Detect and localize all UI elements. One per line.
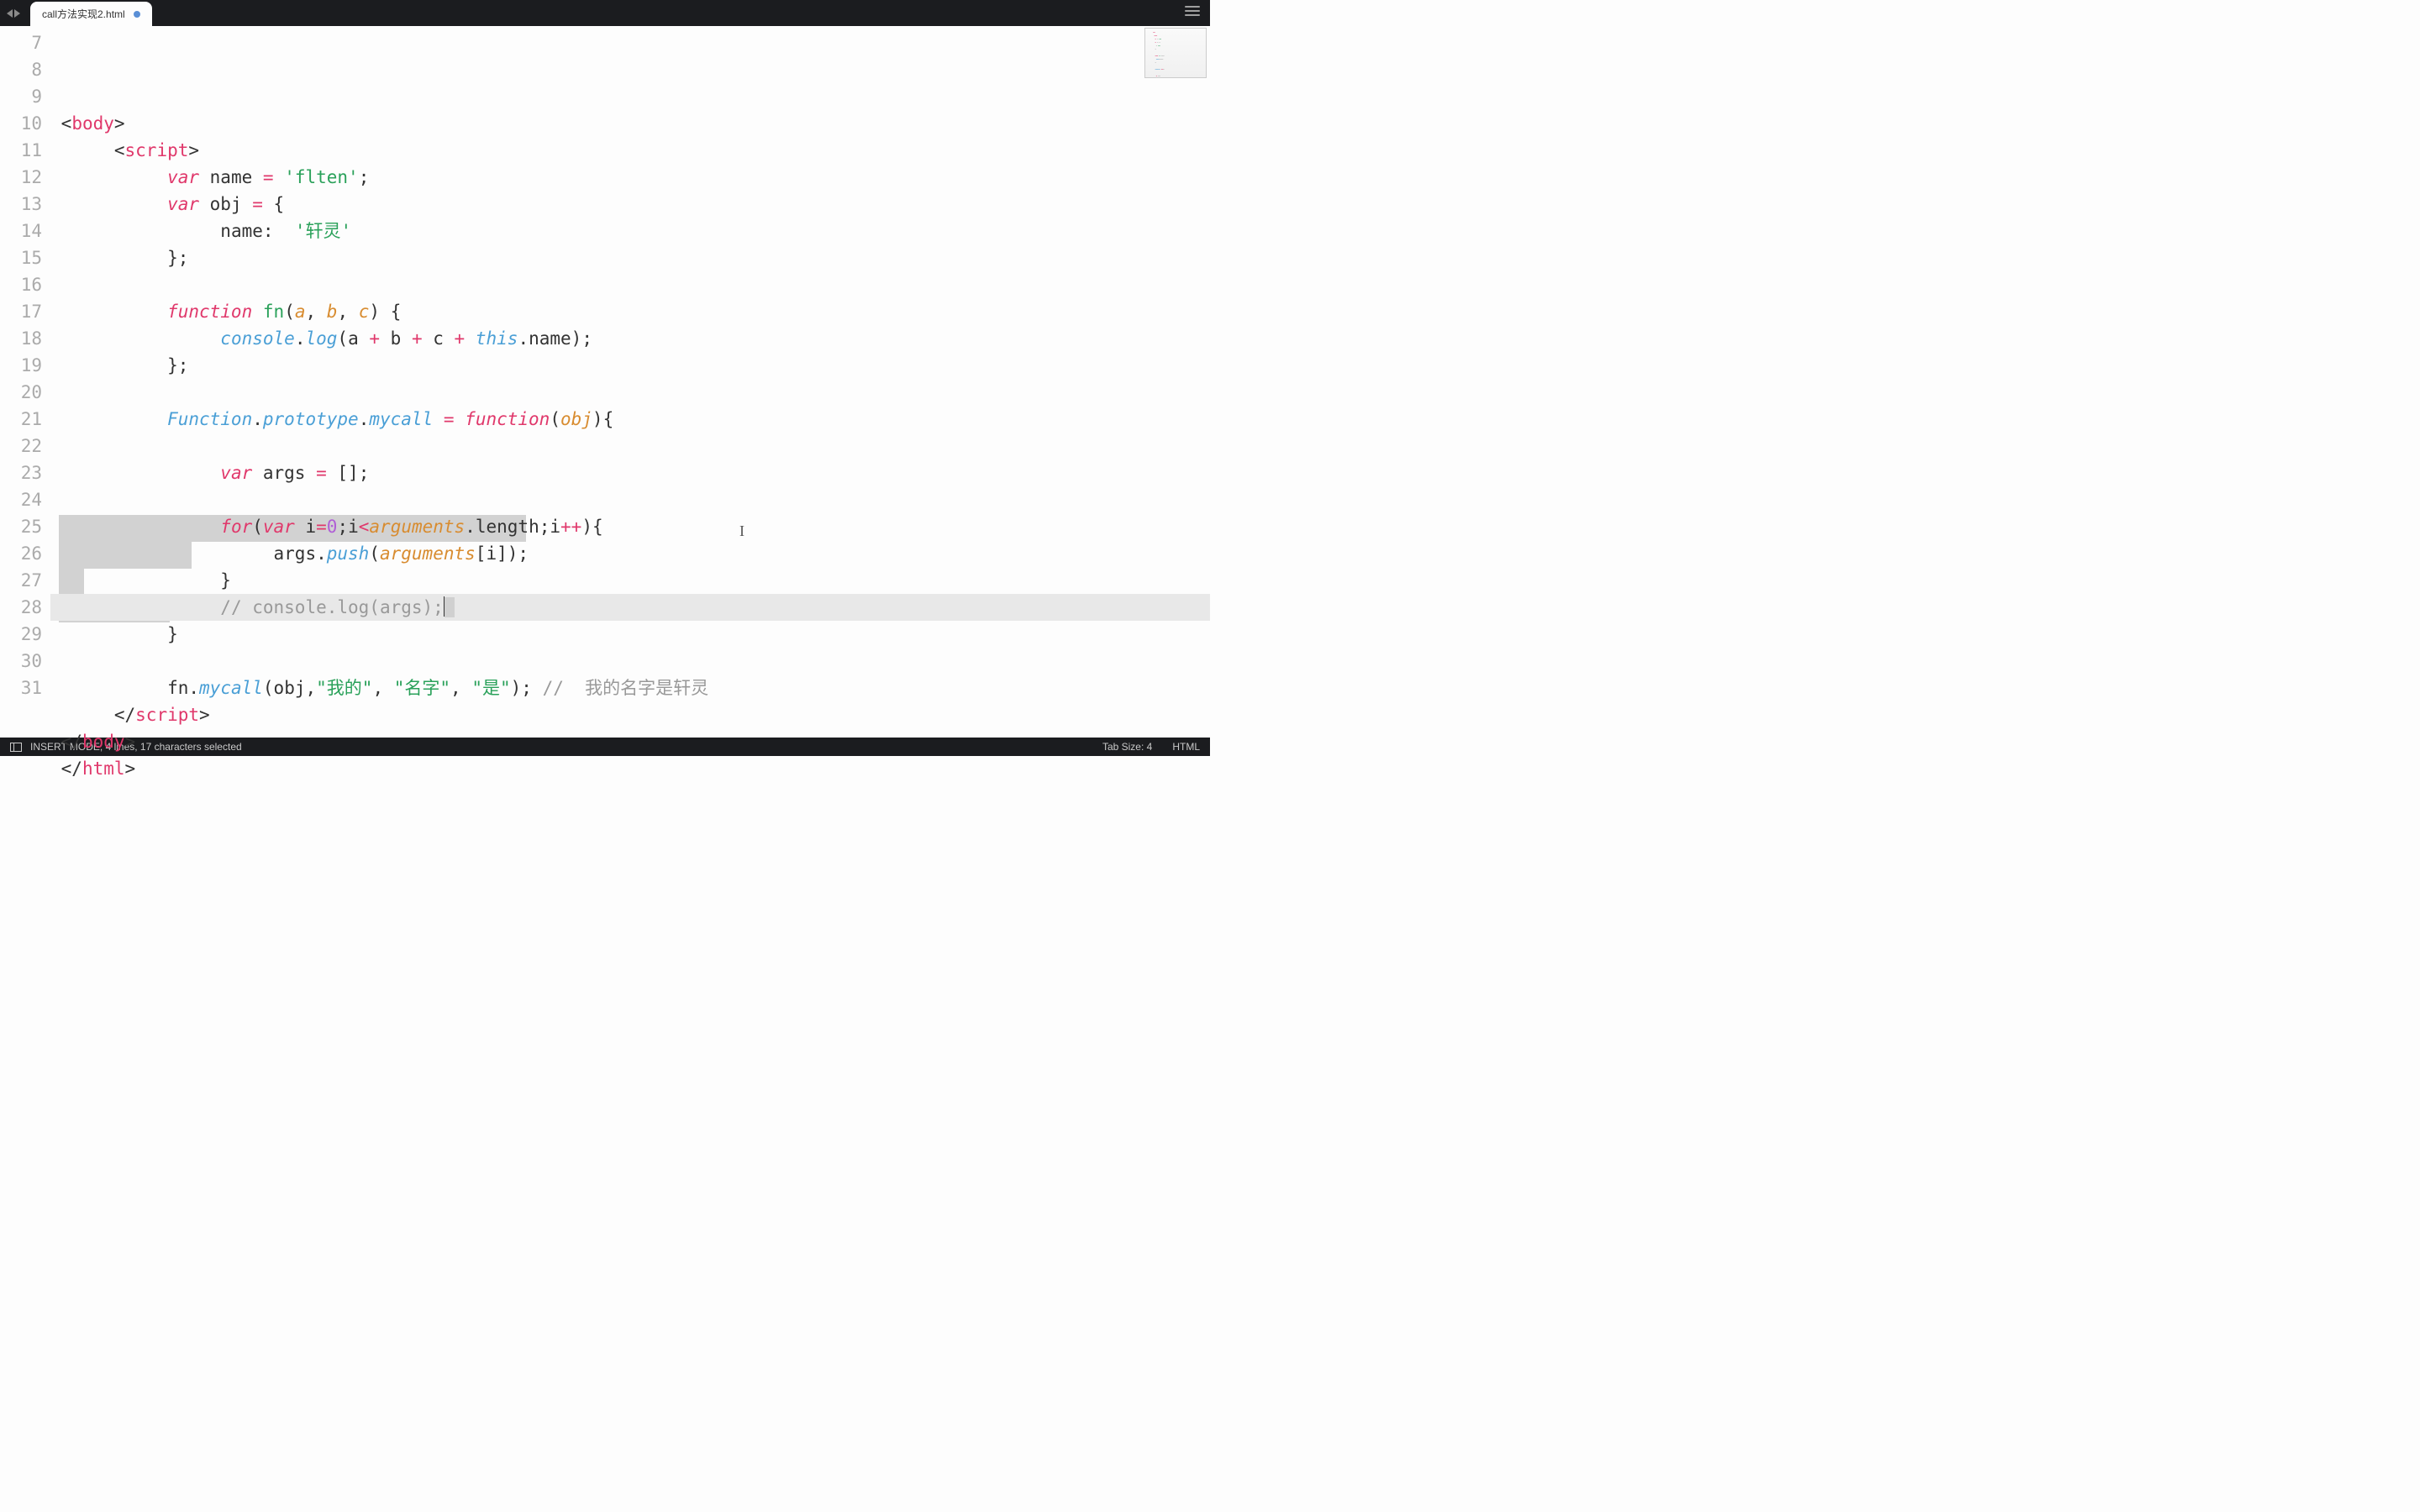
line-number: 29 <box>0 621 42 648</box>
code-line[interactable] <box>50 271 1210 298</box>
code-line[interactable]: }; <box>50 244 1210 271</box>
code-line[interactable]: } <box>50 567 1210 594</box>
line-number: 28 <box>0 594 42 621</box>
code-line[interactable]: Function.prototype.mycall = function(obj… <box>50 406 1210 433</box>
code-line[interactable]: <body> <box>50 110 1210 137</box>
line-number: 16 <box>0 271 42 298</box>
line-number: 25 <box>0 513 42 540</box>
code-line[interactable]: // console.log(args); <box>50 594 1210 621</box>
line-number: 23 <box>0 459 42 486</box>
tab-filename: call方法实现2.html <box>42 7 125 21</box>
minimap[interactable]: ▬▬ ▬▬▬ ▬ ▬ ▬▬ ▬ ▬ ▬ ▬ ▬▬ ▬ ▬▬▬ ▬ ▬▬▬ ▬▬▬… <box>1144 28 1207 78</box>
code-line[interactable]: name: '轩灵' <box>50 218 1210 244</box>
code-line[interactable]: for(var i=0;i<arguments.length;i++){ <box>50 513 1210 540</box>
line-number: 11 <box>0 137 42 164</box>
line-number: 13 <box>0 191 42 218</box>
code-line[interactable]: </html> <box>50 755 1210 782</box>
line-number: 10 <box>0 110 42 137</box>
code-area[interactable]: ▬▬ ▬▬▬ ▬ ▬ ▬▬ ▬ ▬ ▬ ▬ ▬▬ ▬ ▬▬▬ ▬ ▬▬▬ ▬▬▬… <box>50 26 1210 738</box>
code-line[interactable] <box>50 486 1210 513</box>
line-number: 8 <box>0 56 42 83</box>
line-number: 9 <box>0 83 42 110</box>
tab-bar: call方法实现2.html <box>0 0 1210 26</box>
code-line[interactable]: var args = []; <box>50 459 1210 486</box>
code-line[interactable] <box>50 648 1210 675</box>
line-number: 14 <box>0 218 42 244</box>
status-language[interactable]: HTML <box>1172 741 1200 753</box>
code-line[interactable] <box>50 433 1210 459</box>
line-number: 7 <box>0 29 42 56</box>
code-line[interactable]: fn.mycall(obj,"我的", "名字", "是"); // 我的名字是… <box>50 675 1210 701</box>
line-number: 21 <box>0 406 42 433</box>
line-number: 31 <box>0 675 42 701</box>
code-line[interactable]: }; <box>50 352 1210 379</box>
code-line[interactable] <box>50 379 1210 406</box>
nav-back-icon[interactable] <box>7 9 13 18</box>
line-number: 27 <box>0 567 42 594</box>
code-line[interactable]: var obj = { <box>50 191 1210 218</box>
line-number: 30 <box>0 648 42 675</box>
nav-arrows <box>0 0 27 26</box>
code-line[interactable]: function fn(a, b, c) { <box>50 298 1210 325</box>
line-number: 17 <box>0 298 42 325</box>
line-number: 12 <box>0 164 42 191</box>
mouse-cursor-icon: I <box>739 517 744 544</box>
code-line[interactable]: console.log(a + b + c + this.name); <box>50 325 1210 352</box>
line-number-gutter: 7891011121314151617181920212223242526272… <box>0 26 50 738</box>
line-number: 19 <box>0 352 42 379</box>
dirty-indicator-icon <box>134 11 140 18</box>
editor: 7891011121314151617181920212223242526272… <box>0 26 1210 738</box>
menu-icon[interactable] <box>1185 6 1200 16</box>
line-number: 26 <box>0 540 42 567</box>
code-line[interactable]: var name = 'flten'; <box>50 164 1210 191</box>
file-tab[interactable]: call方法实现2.html <box>30 2 152 26</box>
line-number: 18 <box>0 325 42 352</box>
panel-icon[interactable] <box>10 743 22 752</box>
code-line[interactable]: args.push(arguments[i]); <box>50 540 1210 567</box>
code-line[interactable]: } <box>50 621 1210 648</box>
code-line[interactable]: <script> <box>50 137 1210 164</box>
status-bar: INSERT MODE, 4 lines, 17 characters sele… <box>0 738 1210 756</box>
status-tab-size[interactable]: Tab Size: 4 <box>1102 741 1152 753</box>
line-number: 15 <box>0 244 42 271</box>
line-number: 24 <box>0 486 42 513</box>
code-line[interactable]: </script> <box>50 701 1210 728</box>
line-number: 22 <box>0 433 42 459</box>
nav-forward-icon[interactable] <box>14 9 20 18</box>
line-number: 20 <box>0 379 42 406</box>
